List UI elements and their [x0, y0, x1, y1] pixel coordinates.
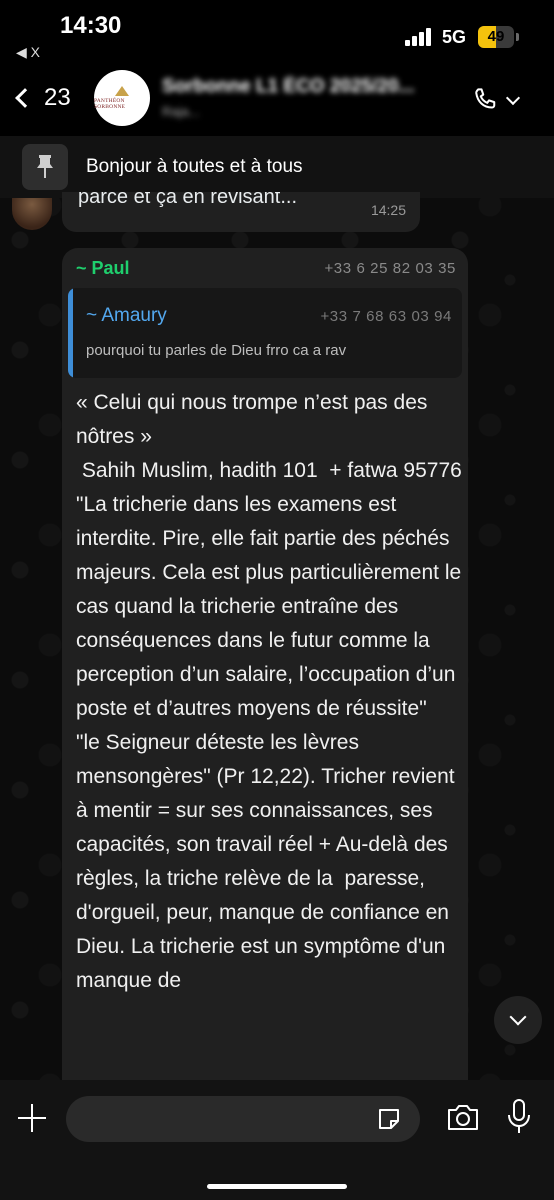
chevron-down-icon	[505, 90, 521, 106]
camera-icon[interactable]	[446, 1102, 480, 1132]
message-timestamp: 14:25	[370, 202, 406, 218]
message-input[interactable]	[66, 1096, 420, 1142]
network-type: 5G	[442, 27, 467, 47]
group-title[interactable]: Sorbonne L1 ÉCO 2025/20...	[162, 76, 442, 98]
sender-phone: +33 6 25 82 03 35	[324, 260, 456, 277]
battery-percent: 49	[487, 28, 505, 45]
sender-name[interactable]: ~ Paul	[76, 258, 130, 279]
scroll-to-bottom-button[interactable]	[494, 996, 542, 1044]
chat-header: 23 PANTHÉON SORBONNE Sorbonne L1 ÉCO 202…	[0, 64, 554, 136]
sender-row: ~ Paul +33 6 25 82 03 35	[76, 258, 456, 282]
pinned-message-banner[interactable]: Bonjour à toutes et à tous	[0, 136, 554, 198]
pin-icon	[22, 144, 68, 190]
quote-accent-bar	[68, 288, 73, 378]
avatar-logo-text: PANTHÉON SORBONNE	[94, 98, 126, 110]
quoted-reply[interactable]: ~ Amaury +33 7 68 63 03 94 pourquoi tu p…	[68, 288, 462, 378]
call-button[interactable]	[470, 82, 526, 118]
chevron-down-icon	[509, 1008, 527, 1026]
battery-icon: 49	[478, 26, 514, 48]
plus-icon[interactable]	[14, 1100, 50, 1136]
crest-icon	[115, 86, 129, 96]
previous-message-bubble[interactable]: parce et ça en révisant... 14:25	[62, 192, 420, 232]
group-subtitle[interactable]: Raja...	[162, 104, 442, 119]
battery-cap	[516, 33, 519, 41]
pinned-message-text: Bonjour à toutes et à tous	[86, 156, 303, 177]
status-time: 14:30	[60, 12, 122, 39]
back-button[interactable]: 23	[10, 78, 71, 118]
phone-icon	[475, 88, 496, 109]
previous-message-text: parce et ça en révisant...	[78, 192, 298, 208]
group-avatar[interactable]: PANTHÉON SORBONNE	[94, 70, 150, 126]
chevron-left-icon	[15, 88, 35, 108]
message-composer	[0, 1080, 554, 1200]
back-to-app-link[interactable]: ◀ X	[16, 44, 40, 61]
quoted-message-text: pourquoi tu parles de Dieu frro ca a rav	[86, 342, 347, 359]
quoted-sender-name: ~ Amaury	[86, 305, 167, 326]
quoted-sender-phone: +33 7 68 63 03 94	[320, 308, 452, 325]
home-indicator	[207, 1184, 347, 1189]
sticker-icon[interactable]	[376, 1106, 402, 1132]
unread-count: 23	[44, 84, 71, 111]
message-body: « Celui qui nous trompe n’est pas des nô…	[76, 391, 462, 992]
message-bubble[interactable]: ~ Paul +33 6 25 82 03 35 ~ Amaury +33 7 …	[62, 248, 468, 1148]
status-bar: 14:30 ◀ X 5G 49	[0, 0, 554, 64]
microphone-icon[interactable]	[506, 1098, 532, 1136]
signal-icon	[405, 28, 435, 46]
